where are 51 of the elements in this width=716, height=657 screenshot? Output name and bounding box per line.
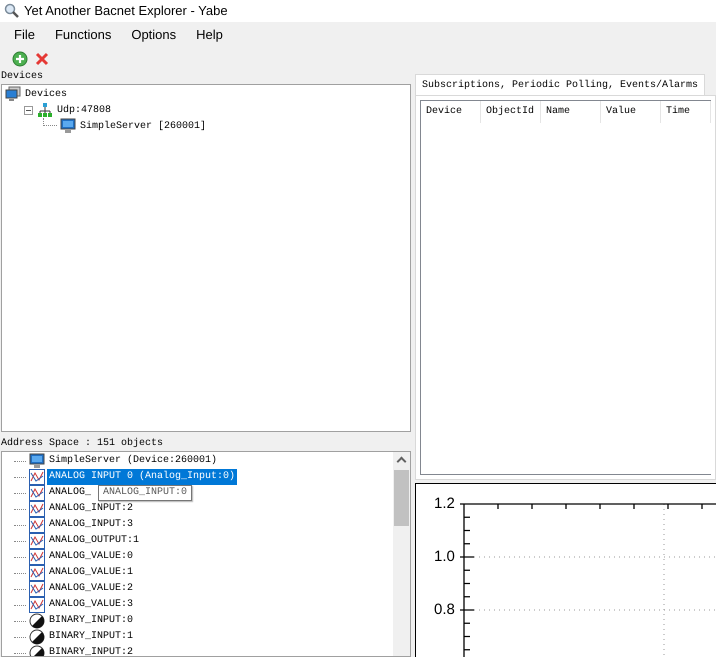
tree-item[interactable]: ANALOG_VALUE:0 bbox=[47, 549, 136, 565]
tab[interactable]: Subscriptions, Periodic Polling, Events/Alarms bbox=[415, 74, 706, 95]
chart-icon bbox=[29, 549, 45, 565]
menu-item[interactable]: Help bbox=[186, 23, 233, 47]
chart-icon bbox=[29, 565, 45, 581]
network-icon bbox=[37, 102, 53, 118]
tree-item[interactable]: BINARY_INPUT:2 bbox=[47, 645, 136, 656]
tree-item[interactable]: Udp:47808 bbox=[55, 102, 114, 118]
panel-label: Address Space : 151 objects bbox=[0, 437, 164, 451]
column-header[interactable]: ObjectId bbox=[481, 101, 541, 123]
menu-item[interactable]: Functions bbox=[44, 23, 122, 47]
add-icon[interactable] bbox=[12, 51, 28, 67]
chart-icon bbox=[29, 597, 45, 613]
computer-icon bbox=[60, 118, 76, 134]
tree-item[interactable]: ANALOG_VALUE:1 bbox=[47, 565, 136, 581]
column-header[interactable]: Time bbox=[661, 101, 711, 123]
tree-item[interactable]: BINARY_INPUT:0 bbox=[47, 613, 136, 629]
axis-tick-label: 1.2 bbox=[434, 496, 455, 512]
delete-icon[interactable] bbox=[34, 51, 50, 67]
collapse-icon[interactable] bbox=[24, 106, 33, 114]
chart-icon bbox=[29, 485, 45, 501]
menu-item[interactable]: Options bbox=[121, 23, 186, 47]
panel-label: Devices bbox=[0, 70, 44, 84]
column-header[interactable]: Device bbox=[421, 101, 481, 123]
tree-item[interactable]: ANALOG_ bbox=[47, 485, 94, 501]
chart-icon bbox=[29, 501, 45, 517]
column-header[interactable]: Name bbox=[541, 101, 601, 123]
tree-item[interactable]: ANALOG_VALUE:3 bbox=[47, 597, 136, 613]
tooltip: ANALOG_INPUT:0 bbox=[98, 485, 192, 501]
column-header[interactable]: Value bbox=[601, 101, 661, 123]
tree-item[interactable]: ANALOG INPUT 0 (Analog_Input:0) bbox=[47, 469, 238, 485]
chart-icon bbox=[29, 533, 45, 549]
tree-item[interactable]: BINARY_INPUT:1 bbox=[47, 629, 136, 645]
scrollbar[interactable] bbox=[393, 452, 410, 656]
chart-icon bbox=[29, 581, 45, 597]
tree-item[interactable]: ANALOG_OUTPUT:1 bbox=[47, 533, 142, 549]
tree-item[interactable]: ANALOG_VALUE:2 bbox=[47, 581, 136, 597]
menu-item[interactable]: File bbox=[4, 23, 45, 47]
window-title: Yet Another Bacnet Explorer - Yabe bbox=[24, 2, 228, 20]
chart-icon bbox=[29, 469, 45, 485]
tree-item[interactable]: SimpleServer [260001] bbox=[78, 118, 208, 134]
tree-item[interactable]: ANALOG_INPUT:2 bbox=[47, 501, 136, 517]
computers-icon bbox=[5, 86, 21, 102]
chart-icon bbox=[29, 517, 45, 533]
tree-item[interactable]: SimpleServer (Device:260001) bbox=[47, 453, 220, 469]
axis-tick-label: 1.0 bbox=[434, 549, 455, 565]
tree-item[interactable]: ANALOG_INPUT:3 bbox=[47, 517, 136, 533]
tree-item[interactable]: Devices bbox=[23, 86, 70, 102]
half-circle-icon bbox=[29, 613, 45, 629]
axis-tick-label: 0.8 bbox=[434, 602, 455, 618]
magnifier-icon bbox=[4, 3, 20, 19]
